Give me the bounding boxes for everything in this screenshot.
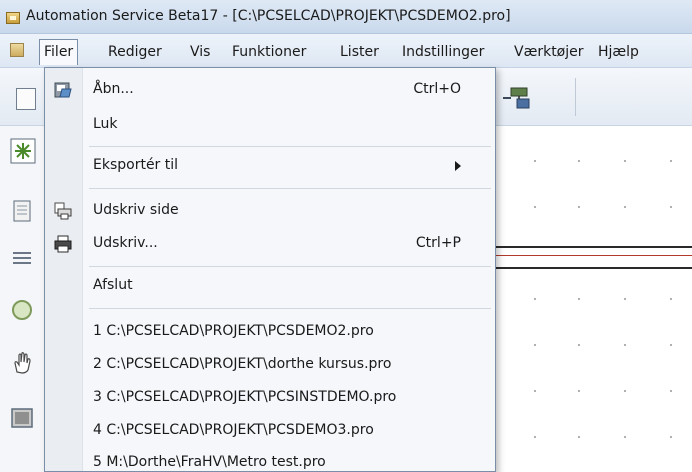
grid-dot: [534, 344, 536, 346]
recent-file-item[interactable]: 3 C:\PCSELCAD\PROJEKT\PCSINSTDEMO.pro: [45, 381, 495, 415]
title-bar: Automation Service Beta17 - [C:\PCSELCAD…: [0, 0, 692, 34]
menu-item-print[interactable]: Udskriv... Ctrl+P: [45, 227, 495, 261]
menu-separator: [89, 188, 491, 189]
recent-file-label: 2 C:\PCSELCAD\PROJEKT\dorthe kursus.pro: [93, 356, 392, 372]
window-title: Automation Service Beta17 - [C:\PCSELCAD…: [26, 8, 511, 24]
open-folder-icon: [53, 81, 73, 99]
grid-dot: [578, 390, 580, 392]
menu-vaerktoejer[interactable]: Værktøjer: [514, 44, 584, 60]
printer-icon: [53, 235, 73, 253]
grid-dot: [670, 160, 672, 162]
menu-item-print-page[interactable]: Udskriv side: [45, 194, 495, 228]
open-shortcut: Ctrl+O: [413, 81, 461, 97]
grid-dot: [670, 436, 672, 438]
recent-file-item[interactable]: 2 C:\PCSELCAD\PROJEKT\dorthe kursus.pro: [45, 348, 495, 382]
menu-rediger[interactable]: Rediger: [108, 44, 162, 60]
recent-file-label: 4 C:\PCSELCAD\PROJEKT\PCSDEMO3.pro: [93, 422, 374, 438]
grid-dot: [534, 298, 536, 300]
grid-dot: [624, 160, 626, 162]
image-tool-icon[interactable]: [10, 406, 36, 432]
menu-funktioner[interactable]: Funktioner: [232, 44, 306, 60]
menu-lister[interactable]: Lister: [340, 44, 379, 60]
grid-dot: [624, 298, 626, 300]
submenu-arrow-icon: [455, 161, 461, 171]
grid-dot: [534, 160, 536, 162]
grid-dot: [578, 160, 580, 162]
star-tool-icon[interactable]: [10, 138, 36, 164]
page-tool-icon[interactable]: [10, 198, 36, 224]
toolbar-separator: [575, 78, 576, 116]
grid-dot: [624, 344, 626, 346]
grid-dot: [578, 298, 580, 300]
print-label: Udskriv...: [93, 235, 158, 251]
menu-item-open[interactable]: Åbn... Ctrl+O: [45, 73, 495, 107]
circle-tool-icon[interactable]: [10, 298, 36, 324]
grid-dot: [624, 390, 626, 392]
menu-app-icon[interactable]: [10, 43, 24, 57]
recent-file-label: 1 C:\PCSELCAD\PROJEKT\PCSDEMO2.pro: [93, 323, 374, 339]
menu-indstillinger[interactable]: Indstillinger: [402, 44, 484, 60]
recent-file-label: 3 C:\PCSELCAD\PROJEKT\PCSINSTDEMO.pro: [93, 389, 397, 405]
menu-separator: [89, 146, 491, 147]
grid-dot: [670, 298, 672, 300]
app-icon[interactable]: [6, 12, 20, 24]
open-label: Åbn...: [93, 81, 134, 97]
grid-dot: [534, 390, 536, 392]
menu-filer[interactable]: Filer: [39, 39, 79, 65]
menu-item-exit[interactable]: Afslut: [45, 269, 495, 303]
hand-tool-icon[interactable]: [10, 350, 36, 376]
print-page-label: Udskriv side: [93, 202, 179, 218]
grid-dot: [670, 206, 672, 208]
menu-separator: [89, 266, 491, 267]
document-icon[interactable]: [8, 80, 42, 114]
menu-vis[interactable]: Vis: [190, 44, 210, 60]
recent-file-label: 5 M:\Dorthe\FraHV\Metro test.pro: [93, 454, 326, 470]
grid-dot: [534, 436, 536, 438]
recent-file-item[interactable]: 1 C:\PCSELCAD\PROJEKT\PCSDEMO2.pro: [45, 315, 495, 349]
grid-dot: [624, 206, 626, 208]
recent-file-item[interactable]: 4 C:\PCSELCAD\PROJEKT\PCSDEMO3.pro: [45, 414, 495, 448]
menu-separator: [89, 308, 491, 309]
recent-file-item[interactable]: 5 M:\Dorthe\FraHV\Metro test.pro: [45, 446, 495, 472]
grid-dot: [534, 206, 536, 208]
menu-bar: Filer Rediger Vis Funktioner Lister Inds…: [0, 34, 692, 68]
menu-item-close[interactable]: Luk: [45, 108, 495, 142]
close-label: Luk: [93, 116, 118, 132]
grid-dot: [670, 344, 672, 346]
lines-tool-icon[interactable]: [10, 246, 36, 272]
grid-dot: [578, 344, 580, 346]
grid-dot: [624, 436, 626, 438]
exit-label: Afslut: [93, 277, 133, 293]
menu-hjaelp[interactable]: Hjælp: [598, 44, 639, 60]
menu-item-export[interactable]: Eksportér til: [45, 149, 495, 183]
grid-dot: [670, 390, 672, 392]
file-menu-dropdown: Åbn... Ctrl+O Luk Eksportér til Udskriv …: [44, 67, 496, 472]
tool-palette: [0, 126, 46, 472]
flowchart-icon[interactable]: [500, 80, 534, 114]
export-label: Eksportér til: [93, 157, 179, 173]
print-shortcut: Ctrl+P: [415, 235, 461, 251]
grid-dot: [578, 206, 580, 208]
grid-dot: [578, 436, 580, 438]
print-page-icon: [53, 202, 73, 220]
